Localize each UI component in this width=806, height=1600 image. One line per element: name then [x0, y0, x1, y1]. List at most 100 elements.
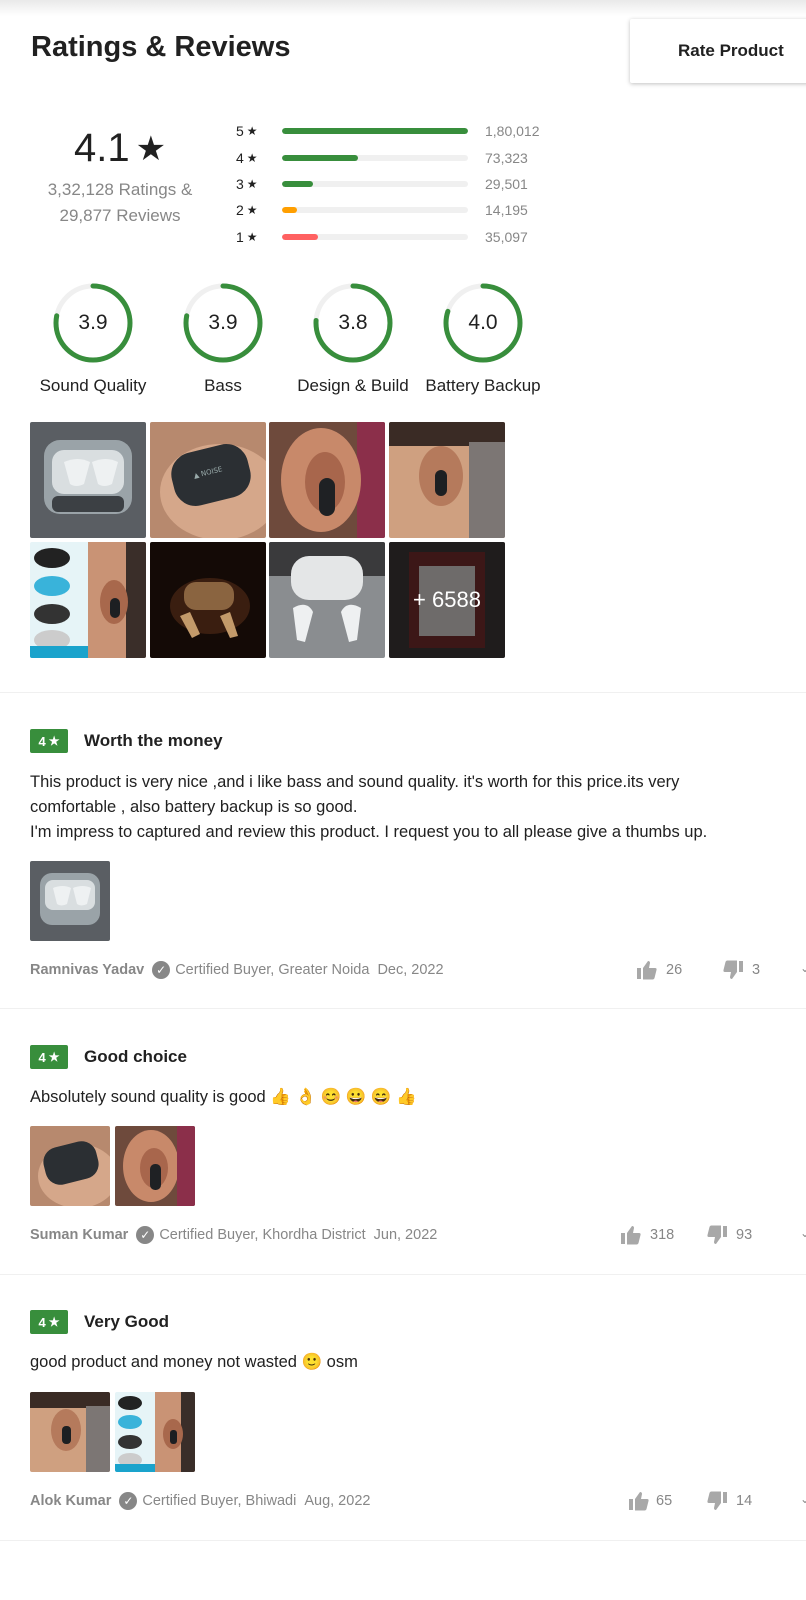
like-count: 65 — [656, 1493, 673, 1509]
review-text-line: comfortable , also battery backup is so … — [30, 798, 358, 816]
certified-buyer-location: Certified Buyer, Greater Noida — [175, 962, 370, 978]
rating-bar-track — [282, 154, 468, 161]
thumbs-down-icon[interactable] — [706, 1224, 728, 1246]
aspect-name: Bass — [204, 376, 242, 395]
aspect-design-build[interactable]: 3.8 Design & Build — [288, 282, 418, 396]
review-footer: Ramnivas Yadav ✓ Certified Buyer, Greate… — [30, 959, 806, 981]
review-card: 4 ★ Very Good good product and money not … — [30, 1309, 806, 1512]
reviewer-name: Alok Kumar — [30, 1493, 112, 1509]
review-card: 4 ★ Good choice Absolutely sound quality … — [30, 1044, 806, 1246]
dislike-count: 3 — [752, 962, 761, 978]
rating-bar-count: 14,195 — [485, 202, 528, 219]
rating-bar-fill — [282, 180, 313, 187]
certified-buyer-location: Certified Buyer, Khordha District — [159, 1227, 366, 1243]
aspect-name: Design & Build — [297, 376, 409, 395]
like-count: 318 — [650, 1227, 675, 1243]
verified-check-icon: ✓ — [152, 961, 171, 979]
review-photo[interactable] — [30, 861, 110, 941]
dislike-count: 14 — [736, 1493, 753, 1509]
review-text: Absolutely sound quality is good 👍 👌 😊 😀… — [30, 1085, 800, 1110]
review-photo[interactable] — [115, 1126, 195, 1206]
review-title: Good choice — [84, 1047, 187, 1066]
rating-bar-count: 73,323 — [485, 149, 528, 166]
review-rating-value: 4 — [38, 1314, 46, 1330]
review-date: Dec, 2022 — [377, 962, 444, 978]
review-rating-value: 4 — [38, 733, 46, 749]
star-icon: ★ — [135, 129, 167, 168]
review-rating-badge: 4 ★ — [30, 1045, 68, 1069]
more-photos-count: + 6588 — [389, 542, 505, 658]
aspect-name: Battery Backup — [425, 376, 541, 395]
aspect-sound-quality[interactable]: 3.9 Sound Quality — [28, 282, 158, 396]
gallery-photo-earbuds-case-open[interactable] — [30, 422, 146, 538]
star-icon: ★ — [246, 203, 258, 218]
thumbs-up-icon[interactable] — [636, 959, 658, 981]
thumbs-up-icon[interactable] — [620, 1224, 642, 1246]
gallery-photo-white-earbuds[interactable] — [269, 542, 385, 658]
review-footer: Suman Kumar ✓ Certified Buyer, Khordha D… — [30, 1224, 806, 1246]
review-photo[interactable] — [30, 1392, 110, 1472]
chevron-right-icon[interactable]: ⌄ — [800, 1492, 806, 1506]
dislike-count: 93 — [736, 1227, 753, 1243]
gallery-photo-earbuds-dark[interactable] — [150, 542, 266, 658]
rating-bar-fill — [282, 154, 358, 161]
rating-bar-row: 5 ★ 1,80,012 — [236, 118, 540, 144]
vote-buttons: 26 3 — [636, 959, 760, 981]
overall-rating: 4.1 ★ 3,32,128 Ratings & 29,877 Reviews — [30, 126, 210, 229]
gallery-photo-side-profile[interactable] — [389, 422, 505, 538]
rating-bar-track — [282, 233, 468, 240]
rating-bar-label: 2 — [236, 202, 244, 219]
rating-bar-row: 1 ★ 35,097 — [236, 224, 540, 250]
review-text: This product is very nice ,and i like ba… — [30, 770, 800, 845]
rating-bar-row: 3 ★ 29,501 — [236, 171, 540, 197]
star-icon: ★ — [246, 124, 258, 139]
review-card: 4 ★ Worth the money This product is very … — [30, 728, 806, 981]
rate-product-button[interactable]: Rate Product — [630, 19, 806, 83]
star-icon: ★ — [246, 176, 258, 191]
rating-bar-count: 35,097 — [485, 228, 528, 245]
review-footer: Alok Kumar ✓ Certified Buyer, Bhiwadi Au… — [30, 1490, 806, 1512]
rating-bar-count: 29,501 — [485, 175, 528, 192]
review-title: Very Good — [84, 1312, 170, 1331]
gallery-photo-collage[interactable] — [30, 542, 146, 658]
aspect-battery-backup[interactable]: 4.0 Battery Backup — [418, 282, 548, 396]
star-icon: ★ — [246, 229, 258, 244]
aspect-score: 3.8 — [338, 311, 368, 334]
review-text-line: good product and money not wasted 🙂 osm — [30, 1353, 358, 1371]
top-shadow — [0, 0, 806, 16]
rating-distribution: 5 ★ 1,80,012 4 ★ 73,323 3 ★ 29,501 2 ★ 14,19… — [236, 118, 540, 250]
thumbs-down-icon[interactable] — [722, 959, 744, 981]
star-icon: ★ — [48, 1315, 60, 1329]
review-photo[interactable] — [115, 1392, 195, 1472]
aspect-bass[interactable]: 3.9 Bass — [158, 282, 288, 396]
star-icon: ★ — [48, 1050, 60, 1064]
rating-bar-track — [282, 180, 468, 187]
section-divider — [0, 1540, 806, 1541]
aspect-name: Sound Quality — [39, 376, 147, 395]
gallery-photo-ear-wearing[interactable] — [269, 422, 385, 538]
review-text-line: I'm impress to captured and review this … — [30, 823, 708, 841]
ratings-count: 3,32,128 Ratings & — [47, 180, 193, 199]
review-date: Aug, 2022 — [304, 1493, 371, 1509]
gallery-photo-more[interactable]: + 6588 — [389, 542, 505, 658]
star-icon: ★ — [48, 734, 60, 748]
chevron-right-icon[interactable]: ⌄ — [800, 1226, 806, 1240]
rating-bar-count: 1,80,012 — [485, 123, 540, 140]
like-count: 26 — [666, 962, 683, 978]
thumbs-down-icon[interactable] — [706, 1490, 728, 1512]
review-text-line: Absolutely sound quality is good 👍 👌 😊 😀… — [30, 1088, 417, 1106]
section-divider — [0, 692, 806, 693]
gallery-photo-case-in-hand[interactable]: ▲ NOISE — [150, 422, 266, 538]
reviewer-name: Suman Kumar — [30, 1227, 129, 1243]
reviews-count: 29,877 Reviews — [59, 206, 181, 225]
review-rating-badge: 4 ★ — [30, 1310, 68, 1334]
verified-check-icon: ✓ — [136, 1226, 155, 1244]
thumbs-up-icon[interactable] — [628, 1490, 650, 1512]
review-rating-badge: 4 ★ — [30, 729, 68, 753]
aspect-score: 3.9 — [78, 311, 108, 334]
aspect-score: 3.9 — [208, 311, 238, 334]
rating-bar-fill — [282, 207, 297, 214]
review-photo[interactable] — [30, 1126, 110, 1206]
chevron-right-icon[interactable]: ⌄ — [800, 961, 806, 975]
rating-bar-row: 4 ★ 73,323 — [236, 144, 540, 170]
